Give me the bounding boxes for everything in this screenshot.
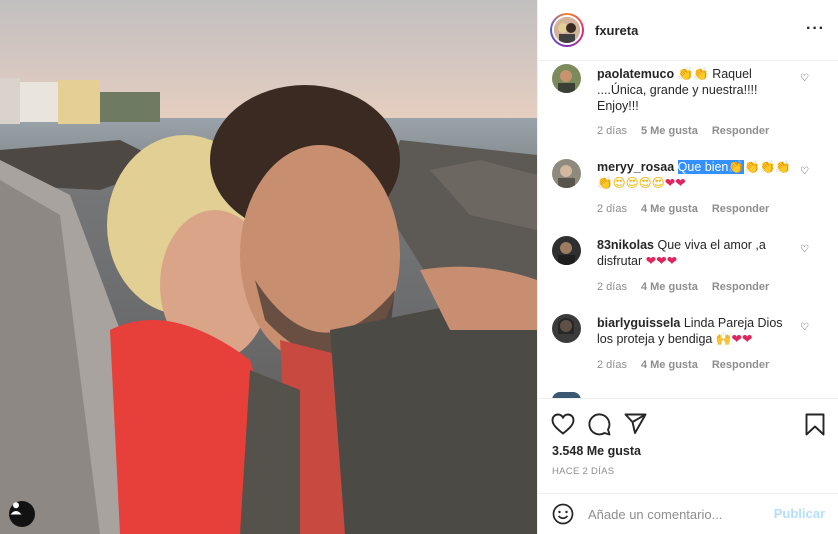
avatar-photo	[552, 64, 581, 93]
comment-likes[interactable]: 4 Me gusta	[641, 359, 698, 371]
comment-age: 2 días	[597, 281, 627, 293]
comment-meta: 2 días 4 Me gusta Responder	[597, 203, 769, 215]
commenter-avatar[interactable]	[552, 64, 581, 93]
comment-part: 🙌	[715, 332, 732, 346]
post-actions: 3.548 Me gusta HACE 2 DÍAS	[538, 398, 838, 493]
comment-part: Que bien	[677, 160, 729, 174]
comment-age: 2 días	[597, 203, 627, 215]
commenter-avatar[interactable]	[552, 159, 581, 188]
comment-text: biarlyguissela Linda Pareja Dios los pro…	[597, 315, 797, 347]
comment-reply-button[interactable]: Responder	[712, 125, 769, 137]
comment-like-heart-icon[interactable]: ♡	[800, 244, 809, 255]
comment-age: 2 días	[597, 359, 627, 371]
comment-likes[interactable]: 4 Me gusta	[641, 281, 698, 293]
more-horizontal-icon[interactable]: ···	[806, 20, 825, 38]
comment-part: ❤❤	[731, 332, 753, 346]
avatar-photo	[554, 17, 580, 43]
comment-age: 2 días	[597, 125, 627, 137]
post-time[interactable]: HACE 2 DÍAS	[552, 466, 614, 477]
commenter-avatar[interactable]	[552, 314, 581, 343]
comment-text: paolatemuco 👏👏 Raquel ....Única, grande …	[597, 66, 797, 114]
add-comment-bar: Publicar	[538, 493, 838, 534]
comment-part: ❤❤	[664, 176, 686, 190]
comment-icon[interactable]	[588, 413, 611, 436]
comment-text: 83nikolas Que viva el amor ,a disfrutar …	[597, 237, 797, 269]
comment-like-heart-icon[interactable]: ♡	[800, 166, 809, 177]
comment-reply-button[interactable]: Responder	[712, 359, 769, 371]
post-header: fxureta ···	[538, 0, 838, 61]
comment-reply-button[interactable]: Responder	[712, 203, 769, 215]
comments-list[interactable]: paolatemuco 👏👏 Raquel ....Única, grande …	[538, 61, 838, 398]
publish-button[interactable]: Publicar	[774, 506, 825, 521]
comment-username[interactable]: meryy_rosaa	[597, 160, 674, 174]
comment-part: 👏👏	[677, 67, 709, 81]
likes-count[interactable]: 3.548 Me gusta	[552, 444, 641, 458]
avatar-photo	[552, 236, 581, 265]
comment-likes[interactable]: 4 Me gusta	[641, 203, 698, 215]
author-username[interactable]: fxureta	[595, 23, 638, 38]
comment-username[interactable]: 83nikolas	[597, 238, 654, 252]
post-sidebar: fxureta ··· paolatemuco 👏👏 Raquel ....Ún…	[537, 0, 838, 534]
comment-part: ❤❤❤	[645, 254, 678, 268]
comment-username[interactable]: paolatemuco	[597, 67, 674, 81]
emoji-icon[interactable]	[552, 503, 574, 525]
comment-like-heart-icon[interactable]: ♡	[800, 73, 809, 84]
share-icon[interactable]	[624, 413, 647, 435]
avatar-photo	[552, 159, 581, 188]
comment-likes[interactable]: 5 Me gusta	[641, 125, 698, 137]
comment-like-heart-icon[interactable]: ♡	[800, 322, 809, 333]
user-icon	[10, 502, 22, 515]
comment-username[interactable]: biarlyguissela	[597, 316, 680, 330]
author-avatar[interactable]	[550, 13, 584, 47]
comment-text: meryy_rosaa Que bien👏👏👏👏👏😍😍😍😍❤❤	[597, 159, 797, 191]
comment-part: 👏	[728, 160, 744, 174]
comment-meta: 2 días 5 Me gusta Responder	[597, 125, 769, 137]
comment-reply-button[interactable]: Responder	[712, 281, 769, 293]
tagged-users-button[interactable]	[9, 501, 35, 527]
bookmark-icon[interactable]	[805, 413, 825, 436]
comment-input[interactable]	[588, 503, 768, 525]
commenter-avatar[interactable]	[552, 236, 581, 265]
heart-icon[interactable]	[551, 413, 575, 435]
comment-meta: 2 días 4 Me gusta Responder	[597, 281, 769, 293]
post-photo[interactable]	[0, 0, 537, 534]
comment-meta: 2 días 4 Me gusta Responder	[597, 359, 769, 371]
post-photo-illustration	[0, 0, 537, 534]
avatar-photo	[552, 314, 581, 343]
